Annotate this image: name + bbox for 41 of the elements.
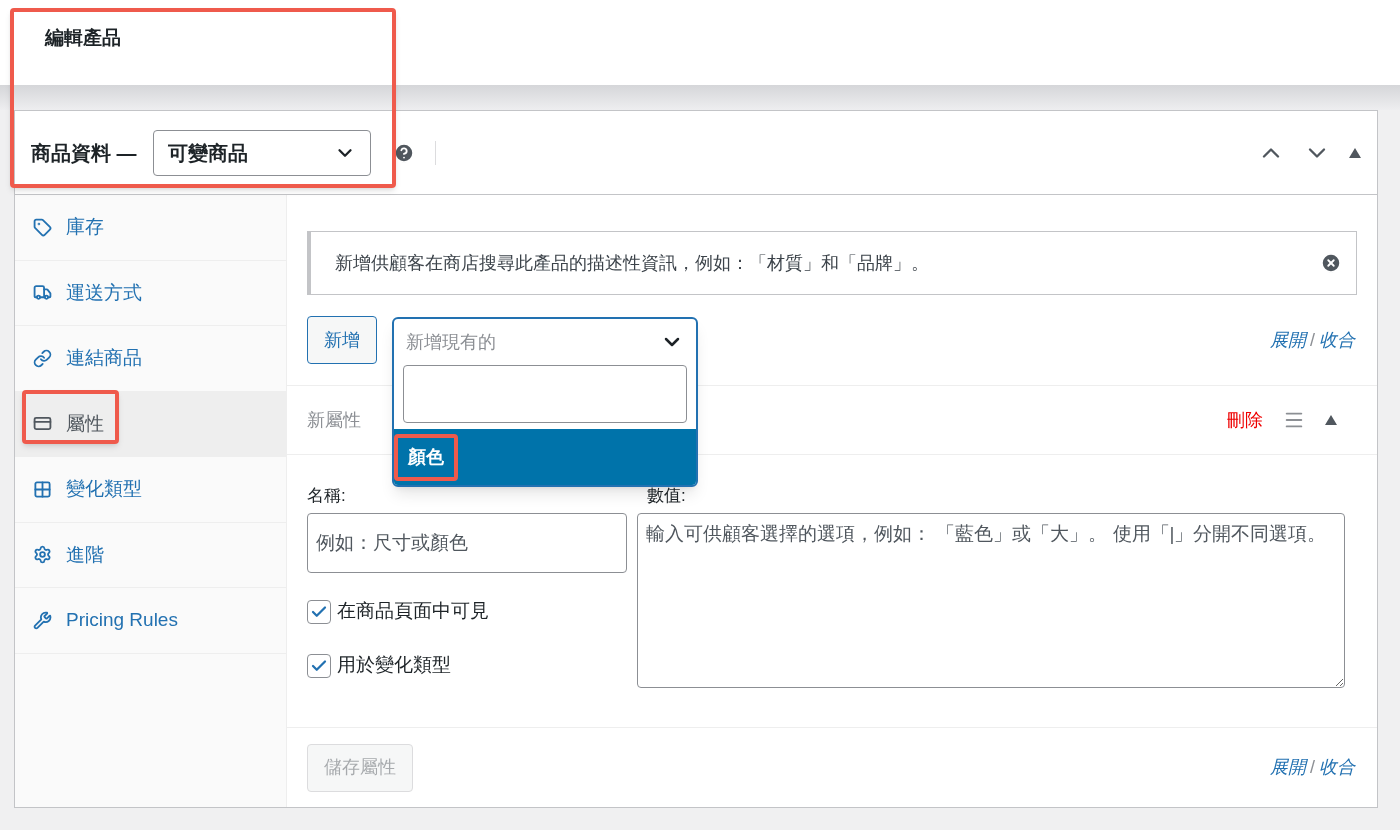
name-field[interactable]: 例如：尺寸或顏色	[307, 512, 627, 573]
values-label: 數值:	[647, 485, 687, 507]
dropdown-option[interactable]: 顏色	[394, 429, 696, 485]
triangle-up-icon[interactable]	[1349, 147, 1361, 158]
grid-icon	[33, 479, 52, 499]
close-icon[interactable]	[1320, 252, 1342, 274]
values-field[interactable]: 輸入可供顧客選擇的選項，例如： 「藍色」或「大」。 使用「|」分開不同選項。	[637, 512, 1345, 688]
add-button[interactable]: 新增	[307, 316, 377, 364]
sidebar-tab[interactable]: 運送方式	[15, 260, 286, 326]
page-title: 編輯產品	[45, 26, 122, 50]
sidebar-tab[interactable]: 變化類型	[15, 457, 286, 523]
expand-link[interactable]: 展開	[1270, 754, 1306, 781]
product-type-select[interactable]: 可變商品	[152, 129, 371, 176]
remove-link[interactable]: 刪除	[1227, 406, 1263, 434]
notice-text: 新增供顧客在商店搜尋此產品的描述性資訊，例如：「材質」和「品牌」。	[335, 251, 929, 275]
slash-separator: /	[1310, 756, 1315, 779]
sidebar-tab[interactable]: 屬性	[15, 391, 286, 457]
sidebar-tab[interactable]: 庫存	[15, 195, 286, 261]
checkbox[interactable]	[307, 653, 331, 678]
panel-label: 商品資料 —	[31, 140, 137, 166]
tag-icon	[33, 217, 52, 237]
attribute-title: 新屬性	[307, 408, 361, 432]
checkbox[interactable]	[307, 599, 331, 624]
triangle-up-icon[interactable]	[1325, 415, 1337, 425]
dropdown-search-field[interactable]	[403, 365, 687, 423]
slash-separator: /	[1310, 328, 1315, 352]
expand-link[interactable]: 展開	[1270, 326, 1306, 354]
link-icon	[33, 348, 52, 368]
name-label: 名稱:	[307, 485, 347, 507]
gear-icon	[33, 545, 52, 565]
dropdown-placeholder: 新增現有的	[406, 330, 496, 354]
attribute-dropdown[interactable]: 新增現有的 顏色	[392, 317, 698, 487]
collapse-link[interactable]: 收合	[1319, 754, 1355, 781]
checkbox-label: 在商品頁面中可見	[337, 599, 489, 624]
wrench-icon	[33, 610, 52, 630]
checkbox-label: 用於變化類型	[337, 653, 451, 678]
sidebar-tab[interactable]: Pricing Rules	[15, 588, 286, 654]
truck-icon	[33, 283, 52, 303]
sidebar-tab[interactable]: 進階	[15, 522, 286, 588]
collapse-link[interactable]: 收合	[1319, 326, 1355, 354]
sidebar-tab[interactable]: 連結商品	[15, 326, 286, 392]
